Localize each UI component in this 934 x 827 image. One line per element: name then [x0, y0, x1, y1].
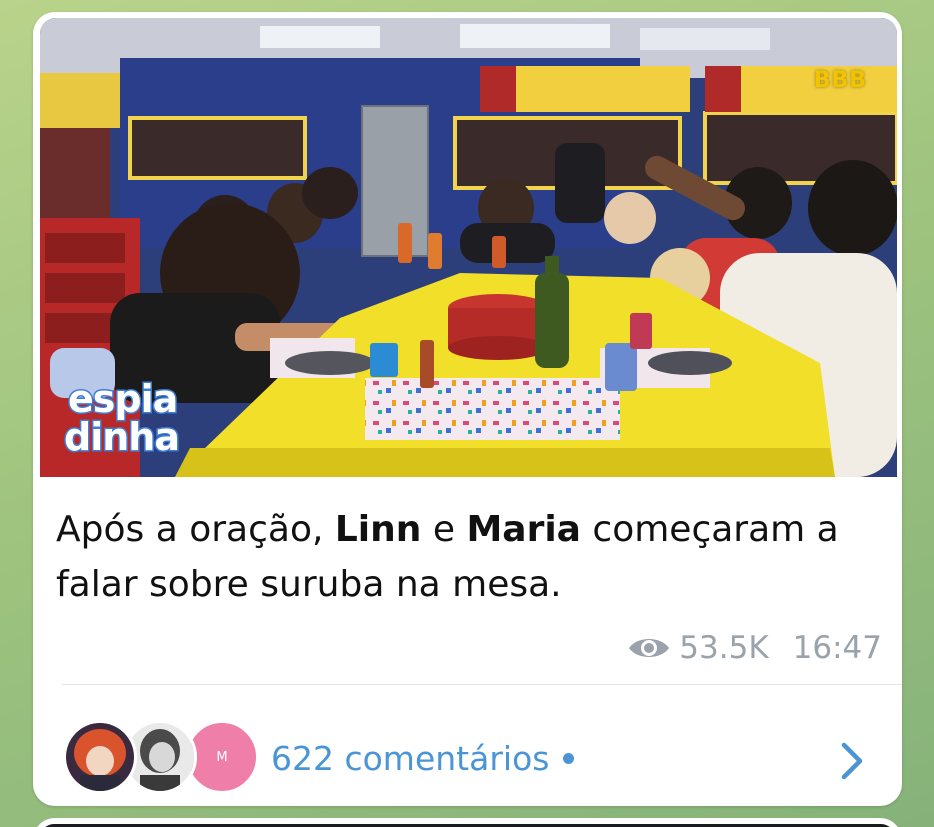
post-caption: Após a oração, Linn e Maria começaram a … [56, 502, 886, 612]
caption-connector: e [421, 509, 467, 550]
avatar-initial: M [216, 749, 228, 765]
view-count: 53.5K [627, 630, 769, 666]
view-count-value: 53.5K [679, 630, 769, 666]
comments-label: 622 comentários [271, 739, 550, 778]
watermark-text-top: espia [66, 377, 179, 421]
commenter-avatars: M [63, 720, 259, 794]
comments-button[interactable]: M 622 comentários [33, 685, 902, 806]
watermark-text-bottom: dinha [63, 415, 182, 459]
next-post-preview[interactable] [33, 818, 902, 827]
avatar [63, 720, 137, 794]
post-meta: 53.5K 16:47 [627, 628, 882, 668]
comments-count[interactable]: 622 comentários [271, 739, 575, 778]
eye-icon [629, 639, 670, 657]
espiadinha-watermark: espia dinha [62, 378, 227, 462]
channel-logo: BBB [813, 68, 867, 93]
post-timestamp: 16:47 [792, 630, 882, 666]
unread-dot [563, 753, 575, 764]
caption-name-linn: Linn [334, 509, 422, 550]
caption-text: Após a oração, [56, 509, 335, 550]
post-photo[interactable]: BBB espia dinha [40, 18, 897, 477]
caption-name-maria: Maria [466, 509, 581, 550]
channel-post: BBB espia dinha Após a oração, Linn e Ma… [33, 12, 902, 806]
chevron-right-icon[interactable] [838, 741, 866, 781]
